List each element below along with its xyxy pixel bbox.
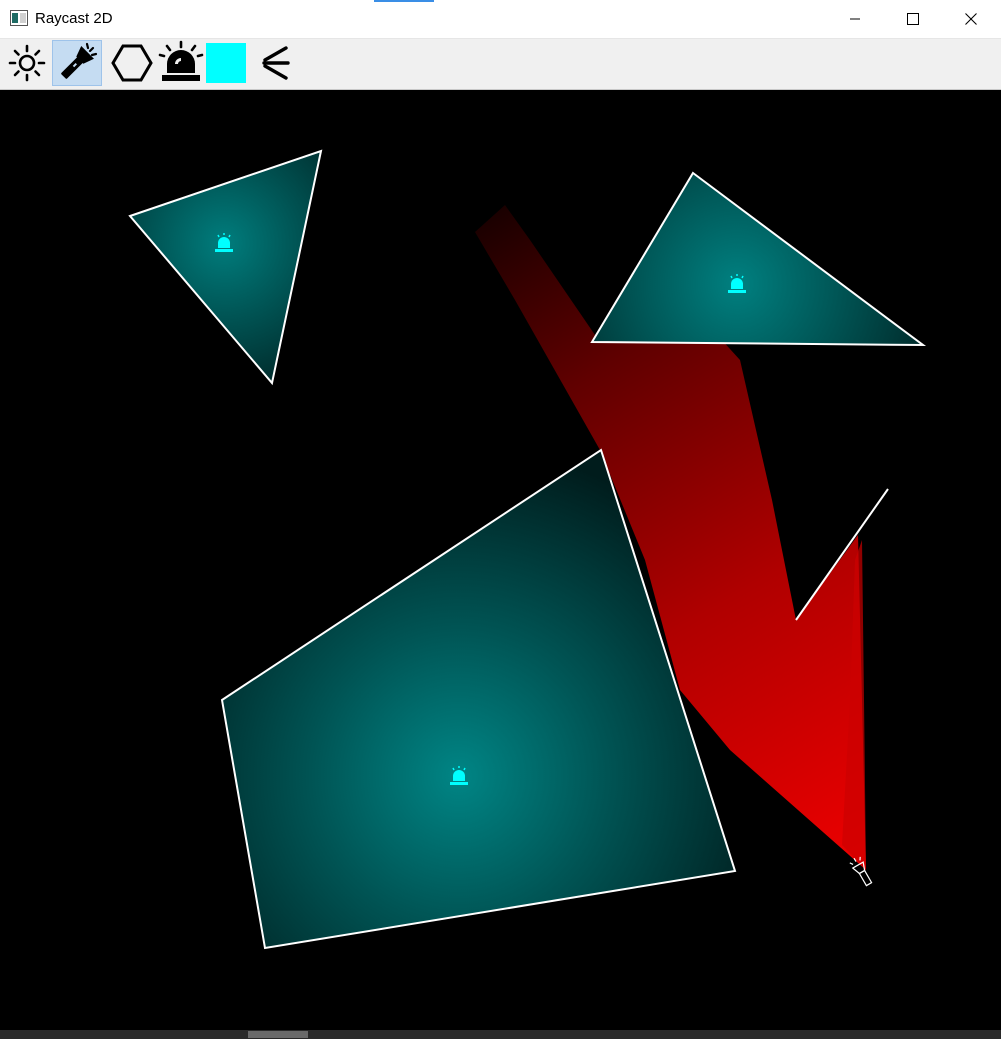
rays-icon: [262, 46, 290, 80]
close-icon: [965, 13, 977, 25]
ray-spread-tool[interactable]: [256, 40, 296, 86]
title-bar[interactable]: Raycast 2D: [0, 0, 1001, 39]
point-light-tool[interactable]: [4, 40, 50, 86]
flashlight-tool[interactable]: [52, 40, 102, 86]
maximize-button[interactable]: [884, 0, 942, 38]
close-button[interactable]: [942, 0, 1000, 38]
alarm-light-tool[interactable]: [158, 40, 204, 86]
hexagon-icon: [111, 44, 153, 82]
siren-icon: [158, 40, 204, 81]
scrollbar-thumb[interactable]: [248, 1031, 308, 1038]
sun-icon: [8, 44, 46, 82]
scene-svg: [128, 149, 927, 950]
minimize-button[interactable]: [826, 0, 884, 38]
triangle-obstacle-left[interactable]: [128, 149, 323, 386]
color-swatch[interactable]: [205, 40, 247, 86]
flashlight-icon: [61, 42, 98, 79]
color-swatch-fill: [206, 43, 246, 83]
toolbar: [0, 39, 1001, 90]
title-accent: [374, 0, 434, 2]
horizontal-scrollbar[interactable]: [0, 1030, 1001, 1039]
window-title: Raycast 2D: [35, 10, 113, 27]
render-canvas[interactable]: [0, 90, 1001, 1030]
triangle-obstacle-right[interactable]: [590, 171, 927, 347]
maximize-icon: [907, 13, 919, 25]
minimize-icon: [850, 18, 860, 20]
polygon-tool[interactable]: [108, 40, 156, 86]
app-icon: [10, 10, 28, 31]
